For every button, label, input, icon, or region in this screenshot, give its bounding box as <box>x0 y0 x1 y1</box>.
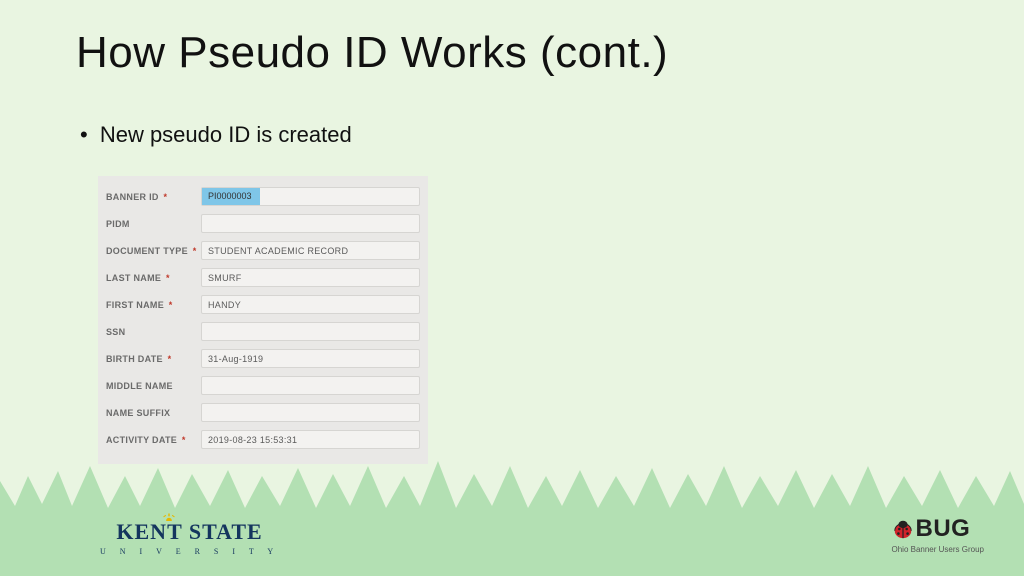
field-label: ACTIVITY DATE * <box>106 435 201 445</box>
field-value[interactable]: 31-Aug-1919 <box>201 349 420 368</box>
obug-logo: BUG Ohio Banner Users Group <box>892 515 985 554</box>
field-label: LAST NAME * <box>106 273 201 283</box>
form-row: NAME SUFFIX <box>106 400 420 425</box>
form-row: FIRST NAME *HANDY <box>106 292 420 317</box>
form-row: ACTIVITY DATE *2019-08-23 15:53:31 <box>106 427 420 452</box>
required-asterisk: * <box>179 435 186 445</box>
field-value[interactable]: HANDY <box>201 295 420 314</box>
slide-title: How Pseudo ID Works (cont.) <box>76 28 668 78</box>
required-asterisk: * <box>166 300 173 310</box>
form-row: BIRTH DATE *31-Aug-1919 <box>106 346 420 371</box>
field-label: SSN <box>106 327 201 337</box>
form-row: LAST NAME *SMURF <box>106 265 420 290</box>
form-row: BANNER ID *PI0000003 <box>106 184 420 209</box>
field-value[interactable]: SMURF <box>201 268 420 287</box>
field-value[interactable] <box>201 322 420 341</box>
field-value[interactable] <box>201 403 420 422</box>
field-label: PIDM <box>106 219 201 229</box>
required-asterisk: * <box>161 192 168 202</box>
form-row: MIDDLE NAME <box>106 373 420 398</box>
field-label: FIRST NAME * <box>106 300 201 310</box>
form-row: DOCUMENT TYPE *STUDENT ACADEMIC RECORD <box>106 238 420 263</box>
required-asterisk: * <box>163 273 170 283</box>
field-value[interactable]: PI0000003 <box>201 187 420 206</box>
required-asterisk: * <box>165 354 172 364</box>
bullet-line: • New pseudo ID is created <box>80 122 352 148</box>
obug-main-text: BUG <box>916 515 971 543</box>
kent-state-logo: KENT STATE U N I V E R S I T Y <box>100 519 279 556</box>
field-label: MIDDLE NAME <box>106 381 201 391</box>
form-row: PIDM <box>106 211 420 236</box>
bullet-dot: • <box>80 122 88 147</box>
field-value[interactable]: 2019-08-23 15:53:31 <box>201 430 420 449</box>
field-value[interactable]: STUDENT ACADEMIC RECORD <box>201 241 420 260</box>
kent-main-text: KENT STATE <box>100 519 279 545</box>
sun-icon <box>162 513 176 521</box>
field-value[interactable] <box>201 214 420 233</box>
form-row: SSN <box>106 319 420 344</box>
field-label: BANNER ID * <box>106 192 201 202</box>
required-asterisk: * <box>190 246 197 256</box>
field-value[interactable] <box>201 376 420 395</box>
obug-sub-text: Ohio Banner Users Group <box>892 545 985 554</box>
form-panel: BANNER ID *PI0000003PIDMDOCUMENT TYPE *S… <box>98 176 428 464</box>
ladybug-icon <box>892 518 914 540</box>
kent-sub-text: U N I V E R S I T Y <box>100 547 279 556</box>
field-value-text: PI0000003 <box>202 188 260 205</box>
field-label: BIRTH DATE * <box>106 354 201 364</box>
field-label: NAME SUFFIX <box>106 408 201 418</box>
bullet-text: New pseudo ID is created <box>100 122 352 147</box>
field-label: DOCUMENT TYPE * <box>106 246 201 256</box>
